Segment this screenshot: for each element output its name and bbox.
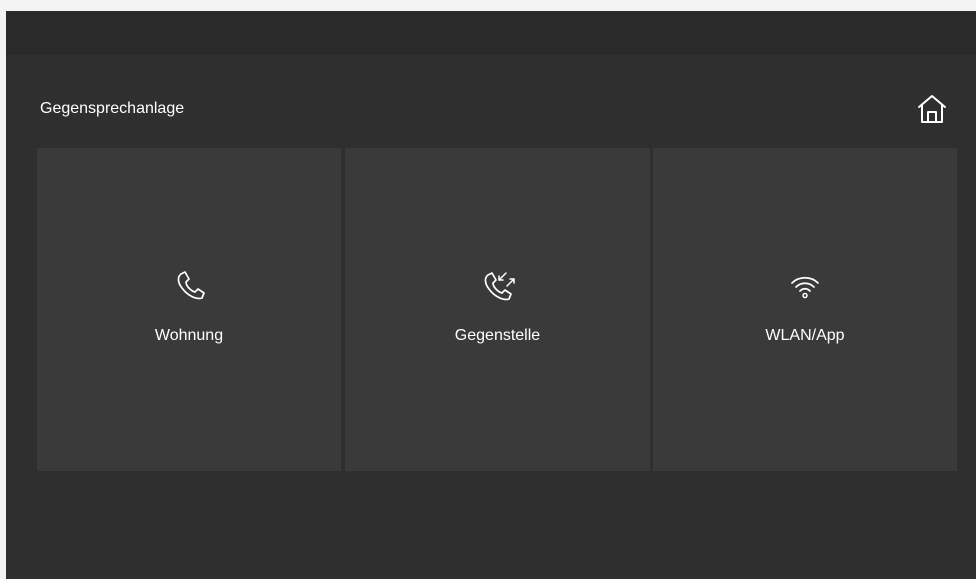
header: Gegensprechanlage xyxy=(6,55,976,147)
tile-wlan-app[interactable]: WLAN/App xyxy=(653,148,957,471)
phone-transfer-icon xyxy=(484,272,515,301)
status-bar xyxy=(6,11,976,55)
page-title: Gegensprechanlage xyxy=(40,100,185,117)
home-icon xyxy=(918,95,946,123)
phone-icon xyxy=(177,271,205,300)
menu-tiles: Wohnung Gegenstelle WLAN/App xyxy=(37,148,957,471)
tile-label-wlan-app: WLAN/App xyxy=(765,327,845,344)
tile-label-gegenstelle: Gegenstelle xyxy=(454,327,541,344)
intercom-screen: Gegensprechanlage Wohnung Gegenstelle WL… xyxy=(6,11,976,579)
wifi-icon xyxy=(791,276,819,299)
tile-wohnung[interactable]: Wohnung xyxy=(37,148,341,471)
home-button[interactable] xyxy=(913,90,951,128)
tile-label-wohnung: Wohnung xyxy=(154,327,224,344)
tile-gegenstelle[interactable]: Gegenstelle xyxy=(345,148,650,471)
